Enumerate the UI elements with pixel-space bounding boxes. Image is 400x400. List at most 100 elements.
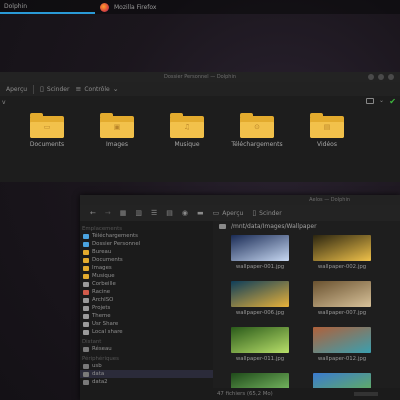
sidebar-item[interactable]: Theme xyxy=(80,312,213,320)
sidebar-item[interactable]: data2 xyxy=(80,378,213,386)
task-firefox[interactable]: Mozilla Firefox xyxy=(100,0,190,14)
eye-icon[interactable]: ◉ xyxy=(182,209,188,217)
chevron-down-icon[interactable]: ⌄ xyxy=(379,97,384,104)
sidebar-item-label: Theme xyxy=(92,313,111,319)
location-text: v xyxy=(2,98,6,106)
close-icon[interactable] xyxy=(388,74,394,80)
sidebar-item[interactable]: ArchISO xyxy=(80,296,213,304)
sidebar-item[interactable]: Local share xyxy=(80,328,213,336)
tag-icon[interactable] xyxy=(366,98,374,104)
preview-button[interactable]: Aperçu xyxy=(6,86,27,93)
thumbnail-item[interactable]: wallpaper-002.jpg xyxy=(313,235,371,270)
place-icon xyxy=(83,281,89,287)
sidebar-item-label: Réseau xyxy=(92,346,112,352)
sidebar-item[interactable]: usb xyxy=(80,362,213,370)
check-icon[interactable]: ✔ xyxy=(389,97,396,106)
folder-videos[interactable]: ▤ Vidéos xyxy=(297,113,357,148)
split-icon: ▯ xyxy=(252,209,257,217)
thumbnail-item[interactable]: wallpaper-007.jpg xyxy=(313,281,371,316)
task-dolphin[interactable]: Dolphin xyxy=(0,0,95,14)
split-label: Scinder xyxy=(259,209,282,217)
dolphin-window-home: Dossier Personnel — Dolphin Aperçu ▯ Scin… xyxy=(0,72,400,182)
tree-view-icon[interactable]: ▤ xyxy=(166,209,173,217)
wallpaper-thumbnail-image xyxy=(313,281,371,307)
split-button[interactable]: ▯ Scinder xyxy=(40,85,69,93)
thumbnail-item[interactable]: wallpaper-001.jpg xyxy=(231,235,289,270)
thumbnail-label: wallpaper-011.jpg xyxy=(235,356,285,362)
sidebar-item[interactable]: Racine xyxy=(80,288,213,296)
sidebar-item-label: Images xyxy=(92,265,112,271)
control-button[interactable]: ≡ Contrôle ⌄ xyxy=(75,85,118,93)
chevron-down-icon: ⌄ xyxy=(112,85,119,93)
folder-documents[interactable]: ▭ Documents xyxy=(17,113,77,148)
window-title: Dossier Personnel — Dolphin xyxy=(163,74,237,80)
maximize-icon[interactable] xyxy=(378,74,384,80)
preview-button[interactable]: ▭ Aperçu xyxy=(213,209,244,217)
folder-label: Musique xyxy=(174,141,200,148)
sidebar-item[interactable]: Musique xyxy=(80,272,213,280)
sidebar-item[interactable]: Corbeille xyxy=(80,280,213,288)
thumbnail-label: wallpaper-012.jpg xyxy=(317,356,367,362)
location-bar[interactable]: v ⌄ ✔ xyxy=(0,96,400,108)
breadcrumb-path: /mnt/data/Images/Wallpaper xyxy=(231,222,317,230)
forward-icon[interactable]: → xyxy=(105,209,111,217)
sidebar-item-label: Projets xyxy=(92,305,111,311)
sidebar-item[interactable]: Dossier Personnel xyxy=(80,240,213,248)
sidebar-item-label: Racine xyxy=(92,289,111,295)
sidebar-item[interactable]: Usr Share xyxy=(80,320,213,328)
folder-label: Téléchargements xyxy=(231,141,283,148)
sidebar-item-label: Corbeille xyxy=(92,281,116,287)
folder-downloads[interactable]: ⊙ Téléchargements xyxy=(227,113,287,148)
folder-music[interactable]: ♫ Musique xyxy=(157,113,217,148)
status-text: 47 fichiers (65,2 Mo) xyxy=(217,391,273,397)
sidebar-item-label: Documents xyxy=(92,257,123,263)
sidebar-item[interactable]: Réseau xyxy=(80,345,213,353)
thumbnail-item[interactable]: wallpaper-012.jpg xyxy=(313,327,371,362)
wallpaper-thumbnail-image xyxy=(231,281,289,307)
toolbar-separator xyxy=(33,84,35,94)
thumbnail-item[interactable]: wallpaper-006.jpg xyxy=(231,281,289,316)
free-space-bar xyxy=(354,392,378,396)
sidebar-item-label: Dossier Personnel xyxy=(92,241,141,247)
wallpaper-thumbnail-image xyxy=(313,235,371,261)
compact-view-icon[interactable]: ▥ xyxy=(135,209,142,217)
window-titlebar[interactable]: Aelos — Dolphin xyxy=(80,195,400,205)
toolbar: Aperçu ▯ Scinder ≡ Contrôle ⌄ xyxy=(0,82,400,96)
sidebar-item-label: data xyxy=(92,371,105,377)
split-icon: ▯ xyxy=(40,85,44,93)
window-titlebar[interactable]: Dossier Personnel — Dolphin xyxy=(0,72,400,82)
sidebar-item[interactable]: Téléchargements xyxy=(80,232,213,240)
place-icon xyxy=(83,379,89,385)
thumbnail-label: wallpaper-006.jpg xyxy=(235,310,285,316)
sidebar-item[interactable]: Bureau xyxy=(80,248,213,256)
place-icon xyxy=(83,329,89,335)
sidebar-item[interactable]: Images xyxy=(80,264,213,272)
split-button[interactable]: ▯ Scinder xyxy=(252,209,281,217)
sidebar-item[interactable]: Documents xyxy=(80,256,213,264)
split-label: Scinder xyxy=(46,85,70,93)
download-icon: ⊙ xyxy=(254,123,260,131)
sidebar-item-label: Usr Share xyxy=(92,321,119,327)
place-icon xyxy=(83,273,89,279)
folder-icon: ♫ xyxy=(170,113,204,138)
wallpaper-thumbnail-image xyxy=(231,235,289,261)
sidebar-section-header: Distant xyxy=(82,339,102,345)
wallpaper-thumbnail-image xyxy=(231,327,289,353)
terminal-icon[interactable]: ▬ xyxy=(197,209,204,217)
breadcrumb[interactable]: /mnt/data/Images/Wallpaper xyxy=(213,221,400,231)
icons-view-icon[interactable]: ▦ xyxy=(120,209,127,217)
sidebar-item[interactable]: Projets xyxy=(80,304,213,312)
thumbnail-item[interactable]: wallpaper-011.jpg xyxy=(231,327,289,362)
place-icon xyxy=(83,305,89,311)
place-icon xyxy=(83,371,89,377)
toolbar: ← → ▦ ▥ ☰ ▤ ◉ ▬ ▭ Aperçu ▯ Scinder xyxy=(80,205,400,221)
folder-label: Images xyxy=(106,141,128,148)
details-view-icon[interactable]: ☰ xyxy=(151,209,157,217)
minimize-icon[interactable] xyxy=(368,74,374,80)
place-icon xyxy=(83,257,89,263)
back-icon[interactable]: ← xyxy=(90,209,96,217)
sidebar-item[interactable]: data xyxy=(80,370,213,378)
sidebar-item-label: Téléchargements xyxy=(92,233,138,239)
window-title: Aelos — Dolphin xyxy=(309,197,350,203)
folder-images[interactable]: ▣ Images xyxy=(87,113,147,148)
